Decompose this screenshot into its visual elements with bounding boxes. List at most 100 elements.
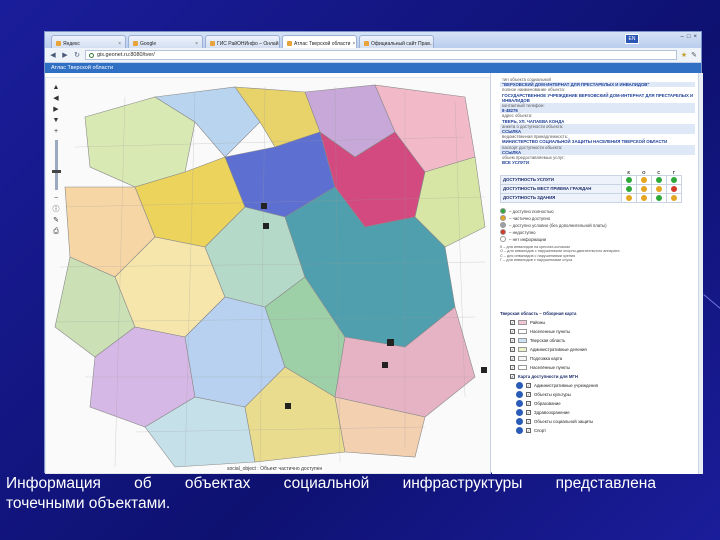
- side-panel-scrollbar[interactable]: [698, 73, 703, 474]
- layer-item[interactable]: ✓ Объекты социальной защиты: [500, 417, 685, 426]
- legend-item: – частично доступно: [500, 215, 695, 222]
- layer-item[interactable]: ✓ Районы: [500, 318, 685, 327]
- caption-word: инфраструктуры: [402, 475, 523, 492]
- layer-tree: Тверская область – Обзорная карта ✓ Районы…: [500, 311, 685, 435]
- layer-label: Тверская область: [530, 338, 566, 343]
- maximize-button[interactable]: □: [687, 34, 691, 40]
- accessibility-cell: [620, 192, 637, 203]
- layer-checkbox[interactable]: ✓: [510, 338, 515, 343]
- layer-label: Спорт: [534, 428, 547, 433]
- slide-caption: Информация об объектах социальной инфраструк…: [6, 474, 656, 514]
- zoom-slider[interactable]: [51, 140, 61, 190]
- zoom-knob[interactable]: [51, 170, 61, 173]
- status-dot-icon: [625, 185, 632, 192]
- layer-category-icon: [516, 400, 523, 407]
- caption-word: объектах: [184, 475, 251, 492]
- url-field[interactable]: gis.geonet.ru:8080/tver/: [85, 50, 677, 60]
- layer-label: Объекты социальной защиты: [534, 419, 594, 424]
- layer-label: Административные деления: [530, 347, 587, 352]
- layer-swatch: [518, 329, 527, 334]
- layer-group-title[interactable]: ✓ Карта доступности для МГН: [500, 372, 685, 381]
- browser-tab[interactable]: Официальный сайт Прав...×: [359, 35, 434, 48]
- layer-item[interactable]: ✓ Населенные пункты: [500, 327, 685, 336]
- language-button[interactable]: EN: [625, 34, 639, 44]
- close-button[interactable]: ×: [693, 34, 697, 40]
- pan-right-icon[interactable]: ▶: [51, 105, 61, 114]
- tab-favicon: [56, 41, 61, 46]
- reload-icon[interactable]: ↻: [73, 51, 81, 59]
- object-info: тип объекта социальной "ВЕРХОВСКИЙ ДОМ-ИН…: [492, 73, 703, 165]
- app-content: ▲ ◀ ▶ ▼ + − ⓘ ✎ ⎙ social_object : Объект…: [45, 73, 703, 474]
- info-icon[interactable]: ⓘ: [51, 205, 61, 214]
- status-dot-icon: [640, 194, 647, 201]
- legend-label: – доступно полностью: [509, 208, 554, 214]
- layer-checkbox[interactable]: ✓: [526, 392, 531, 397]
- legend-dot-icon: [500, 229, 506, 236]
- info-value: ВСЕ УСЛУГИ: [502, 160, 529, 166]
- print-icon[interactable]: ⎙: [51, 227, 61, 236]
- layer-checkbox[interactable]: ✓: [510, 365, 515, 370]
- pan-left-icon[interactable]: ◀: [51, 94, 61, 103]
- map-marker: [263, 223, 269, 229]
- legend: – доступно полностью – частично доступно –…: [500, 208, 695, 263]
- layer-item[interactable]: ✓ Объекты культуры: [500, 390, 685, 399]
- tab-favicon: [210, 41, 215, 46]
- legend-label: – недоступно: [509, 229, 536, 235]
- map-view[interactable]: ▲ ◀ ▶ ▼ + − ⓘ ✎ ⎙ social_object : Объект…: [45, 73, 491, 474]
- layer-label: Районы: [530, 320, 546, 325]
- browser-tab[interactable]: ГИС РайОНИнфо – Онлай...×: [205, 35, 280, 48]
- browser-tab[interactable]: Google ×: [128, 35, 203, 48]
- layer-checkbox[interactable]: ✓: [526, 419, 531, 424]
- layer-checkbox[interactable]: ✓: [510, 374, 515, 379]
- browser-tab[interactable]: Яндекс ×: [51, 35, 126, 48]
- zoom-out-icon[interactable]: −: [51, 194, 61, 203]
- zoom-in-icon[interactable]: +: [51, 127, 61, 136]
- tab-label: Атлас Тверской области: [294, 40, 351, 47]
- accessibility-cell: [635, 183, 652, 194]
- layer-category-icon: [516, 391, 523, 398]
- layer-item[interactable]: ✓ Административные деления: [500, 345, 685, 354]
- layer-item[interactable]: ✓ Тверская область: [500, 336, 685, 345]
- info-row: анкета о доступности объекта: ССЫЛКА: [500, 123, 695, 135]
- accessibility-cell: [665, 192, 683, 203]
- pan-down-icon[interactable]: ▼: [51, 116, 61, 125]
- layer-item[interactable]: ✓ Подложка карта: [500, 354, 685, 363]
- measure-icon[interactable]: ✎: [51, 216, 61, 225]
- layer-checkbox[interactable]: ✓: [510, 356, 515, 361]
- layer-tree-title[interactable]: Тверская область – Обзорная карта: [500, 311, 685, 316]
- layer-checkbox[interactable]: ✓: [510, 329, 515, 334]
- accessibility-row-name: ДОСТУПНОСТЬ МЕСТ ПРИЕМА ГРАЖДАН: [500, 183, 622, 194]
- layer-item[interactable]: ✓ Населённые пункты: [500, 363, 685, 372]
- minimize-button[interactable]: –: [681, 34, 684, 40]
- layer-item[interactable]: ✓ Спорт: [500, 426, 685, 435]
- layer-checkbox[interactable]: ✓: [526, 383, 531, 388]
- layer-checkbox[interactable]: ✓: [510, 320, 515, 325]
- layer-checkbox[interactable]: ✓: [526, 428, 531, 433]
- layer-item[interactable]: ✓ Административные учреждения: [500, 381, 685, 390]
- tab-label: ГИС РайОНИнфо – Онлай...: [217, 40, 280, 47]
- region-map[interactable]: [45, 77, 491, 474]
- layer-category-icon: [516, 382, 523, 389]
- browser-tab[interactable]: Атлас Тверской области ×: [282, 35, 357, 48]
- tab-label: Официальный сайт Прав...: [371, 40, 434, 47]
- bookmark-star-icon[interactable]: ★: [681, 51, 687, 59]
- layer-item[interactable]: ✓ Здравоохранение: [500, 408, 685, 417]
- caption-word: об: [134, 475, 152, 492]
- status-dot-icon: [670, 176, 677, 183]
- tab-close-icon[interactable]: ×: [352, 41, 355, 47]
- layer-checkbox[interactable]: ✓: [510, 347, 515, 352]
- tab-close-icon[interactable]: ×: [195, 41, 198, 47]
- legend-note: Г – для инвалидов с нарушениями слуха: [500, 258, 573, 263]
- legend-dot-icon: [500, 222, 506, 229]
- layer-item[interactable]: ✓ Образование: [500, 399, 685, 408]
- accessibility-cell: [620, 183, 637, 194]
- layer-checkbox[interactable]: ✓: [526, 410, 531, 415]
- pan-up-icon[interactable]: ▲: [51, 83, 61, 92]
- tab-close-icon[interactable]: ×: [118, 41, 121, 47]
- layer-checkbox[interactable]: ✓: [526, 401, 531, 406]
- status-dot-icon: [670, 185, 677, 192]
- settings-wrench-icon[interactable]: ✎: [691, 51, 697, 59]
- forward-icon[interactable]: ▶: [61, 51, 69, 59]
- legend-item: – доступно полностью: [500, 208, 695, 215]
- back-icon[interactable]: ◀: [49, 51, 57, 59]
